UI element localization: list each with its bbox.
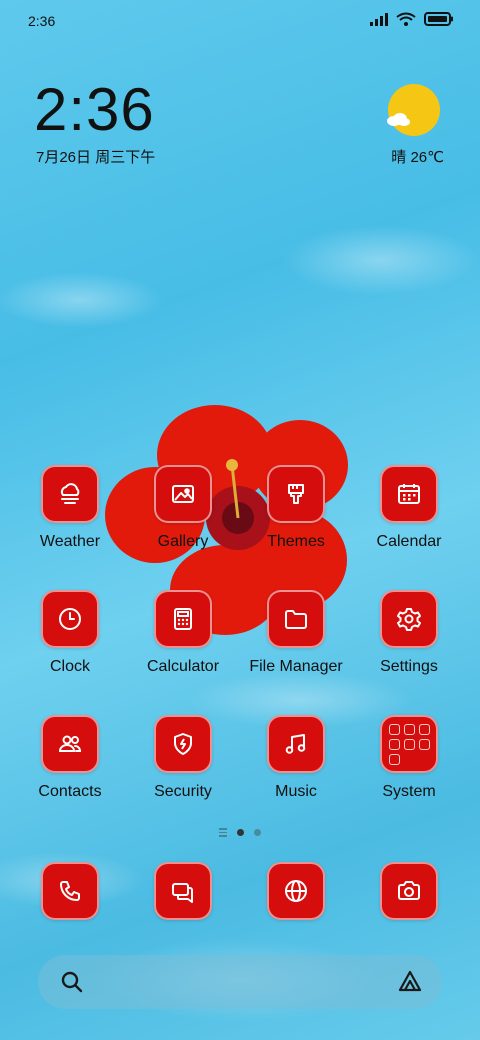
- app-label: Weather: [39, 533, 101, 550]
- page-dot-active[interactable]: [237, 828, 244, 836]
- app-system-folder[interactable]: System: [354, 715, 464, 819]
- folder-grid-icon: [388, 723, 430, 765]
- app-label: File Manager: [249, 658, 343, 675]
- shield-icon: [174, 733, 192, 755]
- app-calendar[interactable]: Calendar: [354, 465, 464, 569]
- weather-widget[interactable]: [384, 84, 444, 136]
- folder-icon: [285, 610, 307, 629]
- status-bar: 2:36: [0, 0, 480, 42]
- sun-cloud-icon: [387, 84, 440, 136]
- app-label: Calculator: [146, 658, 220, 675]
- list-pages-icon: [219, 828, 227, 837]
- app-file-manager[interactable]: File Manager: [241, 590, 351, 694]
- app-security[interactable]: Security: [128, 715, 238, 819]
- battery-icon: [424, 12, 453, 26]
- app-contacts[interactable]: Contacts: [15, 715, 125, 819]
- dock-camera[interactable]: [354, 862, 464, 926]
- app-themes[interactable]: Themes: [241, 465, 351, 569]
- search-icon[interactable]: [60, 970, 84, 994]
- dock-browser[interactable]: [241, 862, 351, 926]
- gear-icon: [397, 608, 421, 631]
- phone-icon: [60, 881, 80, 901]
- page-dot[interactable]: [254, 828, 261, 836]
- voice-assistant-icon[interactable]: [396, 968, 424, 996]
- app-music[interactable]: Music: [241, 715, 351, 819]
- clock-widget-date: 7月26日 周三下午: [36, 149, 156, 166]
- dock-phone[interactable]: [15, 862, 125, 926]
- app-label: Security: [154, 783, 212, 800]
- dock-messages[interactable]: [128, 862, 238, 926]
- app-label: Music: [275, 783, 317, 800]
- contacts-icon: [58, 735, 82, 752]
- calculator-icon: [174, 608, 192, 630]
- app-label: Contacts: [38, 783, 102, 800]
- cellular-signal-icon: [370, 12, 388, 26]
- clock-icon: [59, 608, 81, 630]
- app-label: Calendar: [376, 533, 442, 550]
- calendar-icon: [398, 484, 420, 504]
- music-note-icon: [285, 734, 306, 754]
- app-label: System: [382, 783, 436, 800]
- app-label: Themes: [267, 533, 325, 550]
- wifi-icon: [396, 12, 416, 26]
- app-label: Clock: [49, 658, 90, 675]
- cloud-sun-icon: [60, 483, 80, 504]
- app-weather[interactable]: Weather: [15, 465, 125, 569]
- camera-icon: [398, 881, 420, 900]
- app-settings[interactable]: Settings: [354, 590, 464, 694]
- weather-temperature: 晴 26℃: [391, 149, 444, 166]
- app-label: Gallery: [157, 533, 209, 550]
- page-indicator[interactable]: [0, 828, 480, 837]
- search-bar[interactable]: [38, 955, 442, 1009]
- app-gallery[interactable]: Gallery: [128, 465, 238, 569]
- app-calculator[interactable]: Calculator: [128, 590, 238, 694]
- app-clock[interactable]: Clock: [15, 590, 125, 694]
- message-icon: [172, 883, 193, 903]
- browser-globe-icon: [285, 880, 307, 902]
- brush-icon: [288, 484, 304, 504]
- app-label: Settings: [380, 658, 438, 675]
- image-icon: [172, 485, 194, 503]
- clock-widget-time[interactable]: 2:36: [34, 78, 155, 142]
- status-time: 2:36: [28, 13, 56, 29]
